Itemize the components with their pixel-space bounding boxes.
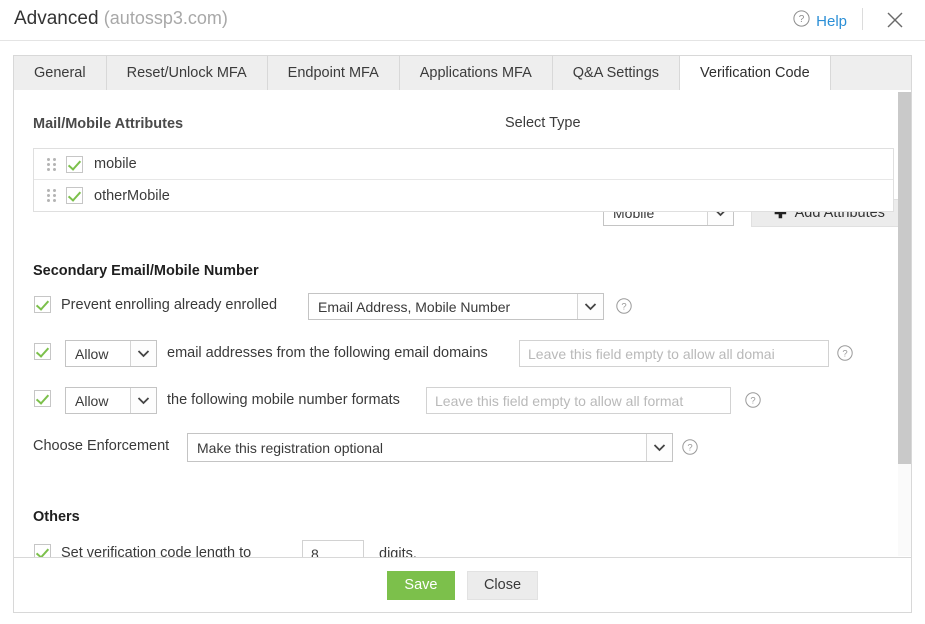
prevent-enrolling-label: Prevent enrolling already enrolled [61, 297, 277, 313]
code-length-label-before: Set verification code length to [61, 545, 251, 559]
attribute-list: mobile otherMobile [33, 148, 894, 212]
tab-general[interactable]: General [14, 56, 107, 90]
prevent-enrolling-dropdown[interactable]: Email Address, Mobile Number [308, 293, 604, 320]
tab-applications-mfa[interactable]: Applications MFA [400, 56, 553, 90]
list-item[interactable]: mobile [34, 149, 893, 180]
section-heading-mail-mobile-attributes: Mail/Mobile Attributes [33, 116, 183, 132]
attribute-label: mobile [94, 156, 137, 172]
choose-enforcement-label: Choose Enforcement [33, 438, 169, 454]
advanced-settings-dialog: Advanced (autossp3.com) ? Help General R… [0, 0, 925, 624]
panel-scrollbar-thumb[interactable] [898, 92, 911, 464]
close-button[interactable]: Close [467, 571, 538, 600]
help-link[interactable]: ? Help [793, 10, 847, 32]
chevron-down-icon [130, 388, 156, 413]
help-label: Help [816, 13, 847, 30]
tab-filler [831, 56, 911, 90]
mobile-formats-checkbox[interactable] [34, 390, 51, 407]
svg-text:?: ? [750, 396, 755, 407]
choose-enforcement-dropdown[interactable]: Make this registration optional [187, 433, 673, 462]
settings-panel: Mail/Mobile Attributes Select Type Mobil… [13, 90, 912, 558]
tab-verification-code[interactable]: Verification Code [680, 56, 831, 90]
chevron-down-icon [130, 341, 156, 366]
close-icon[interactable] [883, 8, 907, 32]
email-domains-label: email addresses from the following email… [167, 345, 488, 361]
email-domains-help-icon[interactable]: ? [837, 345, 853, 361]
mobile-formats-row [34, 390, 51, 407]
chevron-down-icon [646, 434, 672, 461]
question-circle-icon: ? [793, 10, 810, 32]
attribute-label: otherMobile [94, 188, 170, 204]
code-length-checkbox[interactable] [34, 544, 51, 558]
titlebar-divider [862, 8, 863, 30]
mobile-formats-input[interactable] [426, 387, 731, 414]
chevron-down-icon [577, 294, 603, 319]
dialog-footer: Save Close [13, 558, 912, 613]
prevent-enrolling-checkbox[interactable] [34, 296, 51, 313]
page-title-text: Advanced [14, 8, 99, 29]
tab-qa-settings[interactable]: Q&A Settings [553, 56, 680, 90]
section-heading-others: Others [33, 509, 80, 525]
dialog-titlebar: Advanced (autossp3.com) ? Help [0, 0, 925, 41]
tab-reset-unlock-mfa[interactable]: Reset/Unlock MFA [107, 56, 268, 90]
mobile-formats-mode-dropdown[interactable]: Allow [65, 387, 157, 414]
mobile-formats-mode-value: Allow [66, 388, 130, 413]
code-length-row: Set verification code length to [34, 544, 251, 558]
tab-endpoint-mfa[interactable]: Endpoint MFA [268, 56, 400, 90]
section-heading-secondary-email-mobile: Secondary Email/Mobile Number [33, 263, 259, 279]
select-type-label: Select Type [505, 115, 581, 131]
email-domains-row [34, 343, 51, 360]
email-domains-mode-value: Allow [66, 341, 130, 366]
prevent-enrolling-value: Email Address, Mobile Number [309, 294, 577, 319]
list-item[interactable]: otherMobile [34, 180, 893, 211]
choose-enforcement-help-icon[interactable]: ? [682, 439, 698, 455]
svg-text:?: ? [842, 349, 847, 360]
tab-bar: General Reset/Unlock MFA Endpoint MFA Ap… [13, 55, 912, 91]
mobile-formats-help-icon[interactable]: ? [745, 392, 761, 408]
svg-text:?: ? [621, 302, 626, 313]
attribute-checkbox-mobile[interactable] [66, 156, 83, 173]
save-button[interactable]: Save [387, 571, 455, 600]
page-title-domain: (autossp3.com) [104, 8, 228, 28]
svg-text:?: ? [799, 14, 805, 25]
page-title: Advanced (autossp3.com) [14, 8, 228, 30]
mobile-formats-label: the following mobile number formats [167, 392, 400, 408]
email-domains-input[interactable] [519, 340, 829, 367]
prevent-enrolling-row: Prevent enrolling already enrolled [34, 296, 277, 313]
drag-handle-icon[interactable] [44, 156, 58, 172]
choose-enforcement-value: Make this registration optional [188, 434, 646, 461]
email-domains-checkbox[interactable] [34, 343, 51, 360]
svg-text:?: ? [687, 443, 692, 454]
drag-handle-icon[interactable] [44, 188, 58, 204]
attribute-checkbox-othermobile[interactable] [66, 187, 83, 204]
code-length-label-after: digits. [379, 546, 417, 558]
prevent-enrolling-help-icon[interactable]: ? [616, 298, 632, 314]
email-domains-mode-dropdown[interactable]: Allow [65, 340, 157, 367]
code-length-input[interactable] [302, 540, 364, 558]
settings-panel-content: Mail/Mobile Attributes Select Type Mobil… [14, 90, 912, 558]
